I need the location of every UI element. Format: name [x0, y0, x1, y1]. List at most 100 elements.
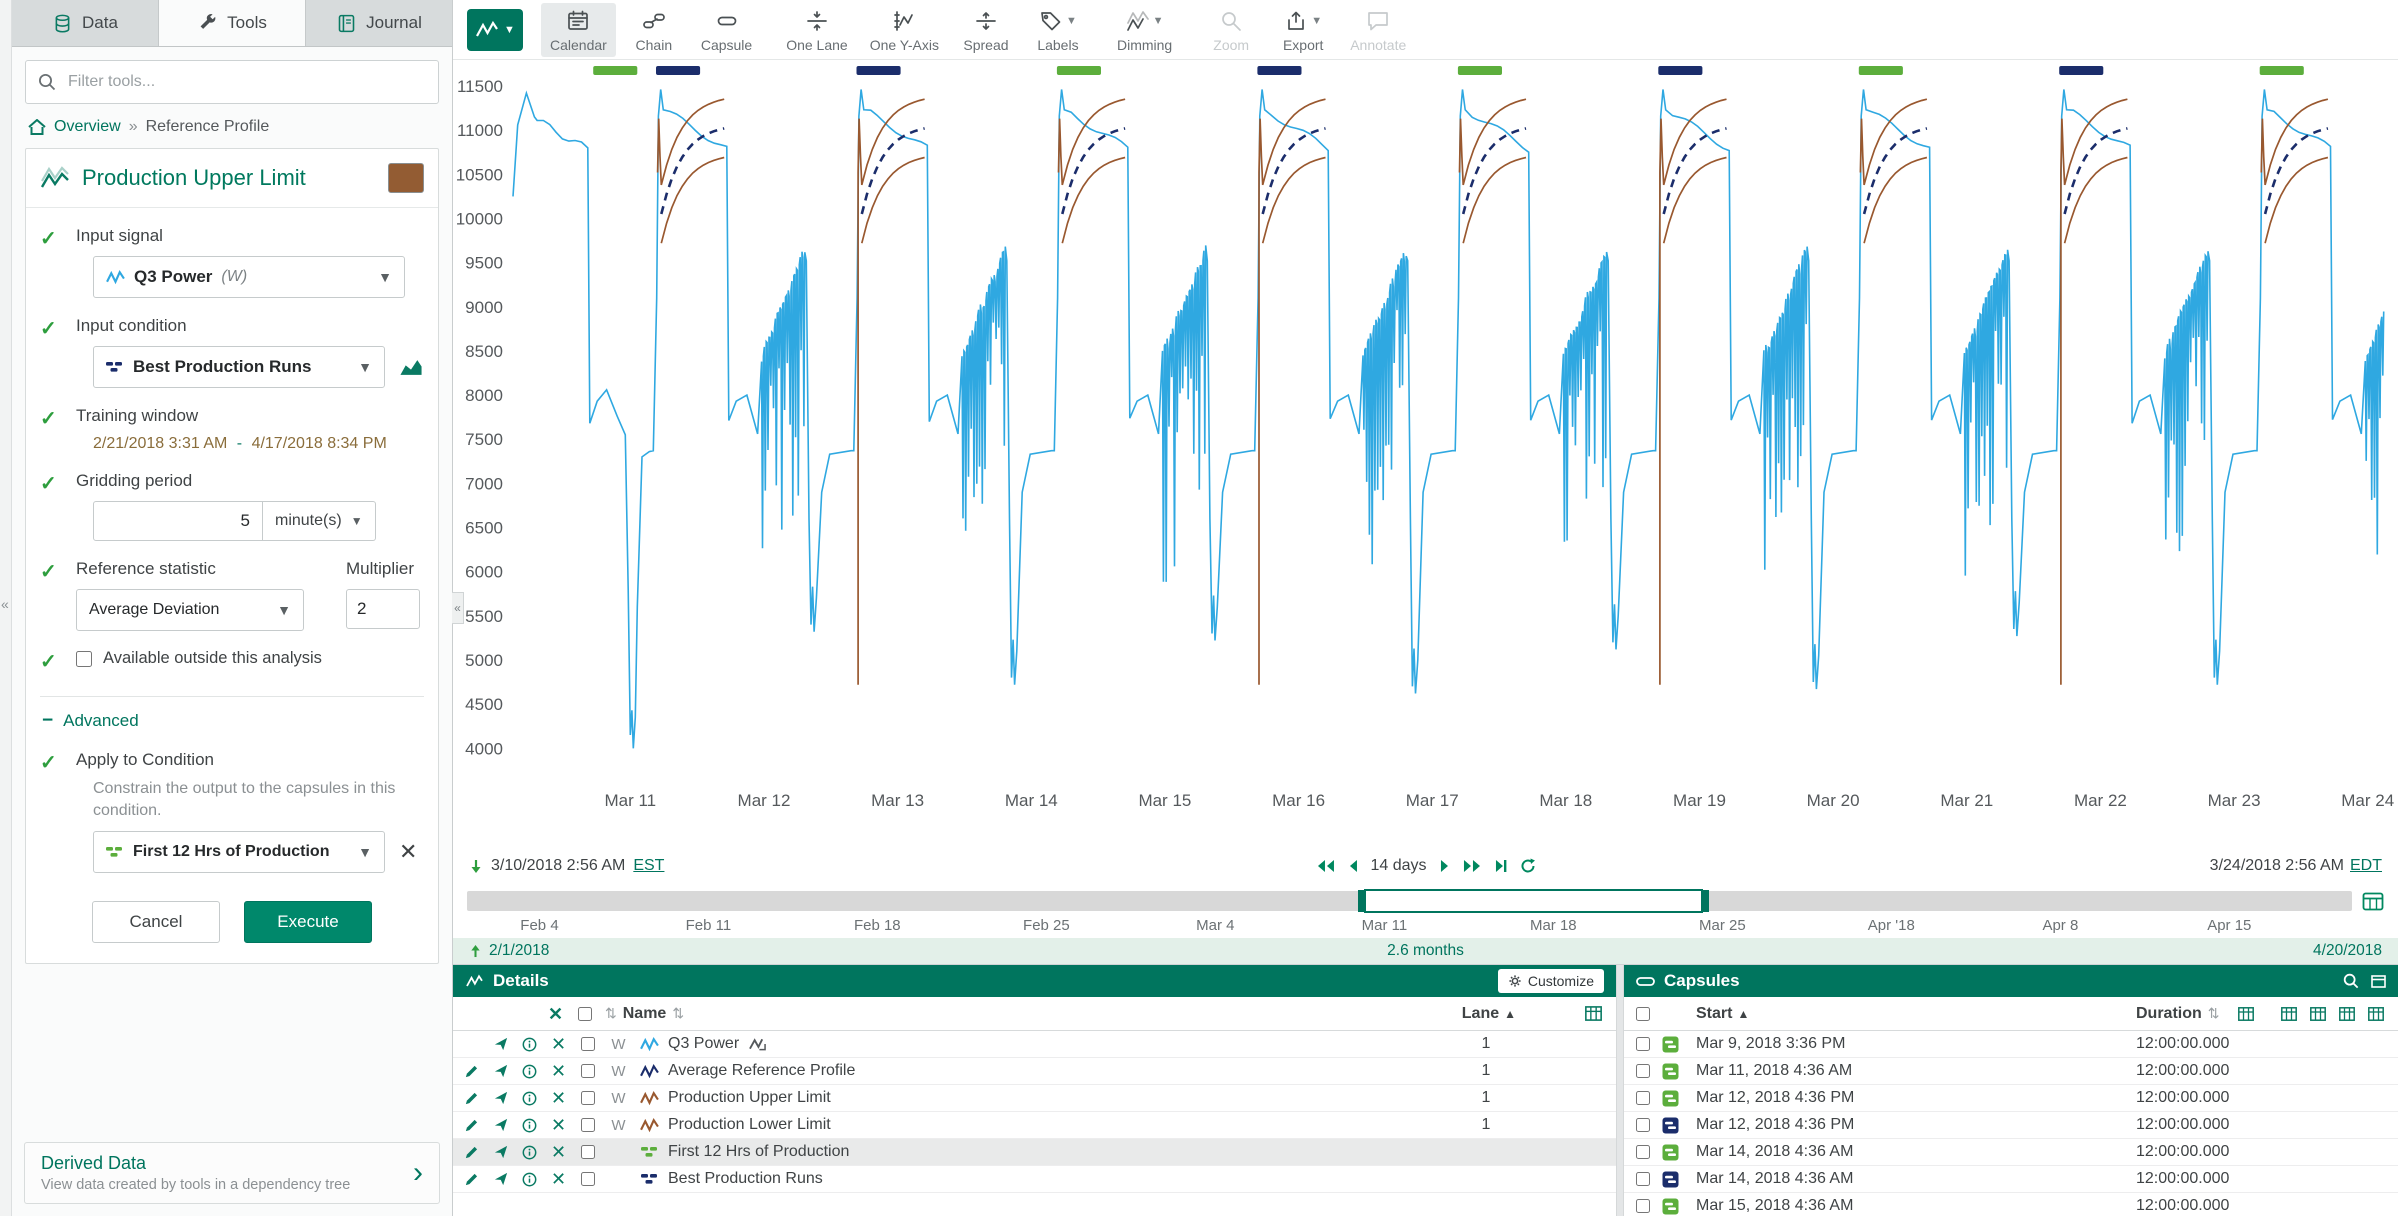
pin-icon[interactable]	[486, 1091, 515, 1105]
timeline-selection-window[interactable]	[1364, 889, 1702, 913]
capsule-row[interactable]: Mar 14, 2018 4:36 AM12:00:00.000	[1624, 1166, 2398, 1193]
training-window-dates[interactable]: 2/21/2018 3:31 AM - 4/17/2018 8:34 PM	[93, 435, 424, 453]
remove-icon[interactable]: ✕	[544, 1143, 573, 1161]
remove-icon[interactable]: ✕	[544, 1035, 573, 1053]
panel-splitter[interactable]	[1616, 965, 1624, 1216]
add-column-icon[interactable]	[1585, 1006, 1602, 1021]
remove-all-icon[interactable]: ✕	[541, 1005, 570, 1023]
pin-icon[interactable]	[486, 1118, 515, 1132]
capsule-table-icon-1[interactable]	[2281, 1007, 2297, 1021]
select-date-range-icon[interactable]	[2362, 891, 2384, 911]
info-icon[interactable]	[515, 1064, 544, 1079]
capsule-table-icon-4[interactable]	[2368, 1007, 2384, 1021]
capsule-checkbox[interactable]	[1636, 1037, 1650, 1051]
item-name[interactable]: Production Upper Limit	[664, 1089, 831, 1107]
display-mode-button[interactable]: ▼	[467, 9, 523, 51]
capsule-checkbox[interactable]	[1636, 1145, 1650, 1159]
apply-condition-dropdown[interactable]: First 12 Hrs of Production ▼	[93, 831, 385, 873]
remove-icon[interactable]: ✕	[544, 1089, 573, 1107]
capsule-checkbox[interactable]	[1636, 1172, 1650, 1186]
item-name[interactable]: Q3 Power	[664, 1035, 739, 1053]
investigate-start[interactable]: 2/1/2018	[489, 942, 549, 960]
sidebar-tab-data[interactable]: Data	[12, 0, 159, 46]
sidebar-collapse-handle[interactable]: «	[452, 592, 464, 624]
info-icon[interactable]	[515, 1172, 544, 1187]
input-condition-dropdown[interactable]: Best Production Runs ▼	[93, 346, 385, 388]
collapse-left-icon[interactable]: «	[1, 596, 9, 612]
edit-icon[interactable]	[457, 1118, 486, 1132]
gridding-period-input[interactable]	[93, 501, 263, 541]
derived-data-card[interactable]: Derived Data View data created by tools …	[24, 1142, 440, 1204]
toolbar-item-one-lane[interactable]: One Lane	[777, 3, 857, 57]
toolbar-item-capsule[interactable]: Capsule	[692, 3, 761, 57]
details-row[interactable]: ✕WAverage Reference Profile1	[453, 1058, 1616, 1085]
info-icon[interactable]	[515, 1091, 544, 1106]
capsule-row[interactable]: Mar 12, 2018 4:36 PM12:00:00.000	[1624, 1112, 2398, 1139]
sort-icon[interactable]: ⇅	[2202, 1005, 2226, 1021]
info-icon[interactable]	[515, 1037, 544, 1052]
refresh-icon[interactable]	[1520, 858, 1536, 874]
capsule-table-icon-3[interactable]	[2339, 1007, 2355, 1021]
capsule-table-icon-2[interactable]	[2310, 1007, 2326, 1021]
investigate-down-arrow-icon[interactable]	[469, 859, 483, 874]
chevron-right-icon[interactable]: ›	[413, 1156, 423, 1190]
capsule-checkbox[interactable]	[1636, 1091, 1650, 1105]
row-checkbox[interactable]	[581, 1172, 595, 1186]
step-back-full-button[interactable]	[1315, 859, 1335, 873]
remove-icon[interactable]: ✕	[544, 1116, 573, 1134]
item-name[interactable]: First 12 Hrs of Production	[664, 1143, 849, 1161]
step-back-button[interactable]	[1347, 859, 1358, 873]
capsule-checkbox[interactable]	[1636, 1064, 1650, 1078]
info-icon[interactable]	[515, 1145, 544, 1160]
customize-button[interactable]: Customize	[1498, 969, 1604, 993]
capsule-row[interactable]: Mar 9, 2018 3:36 PM12:00:00.000	[1624, 1031, 2398, 1058]
range-end-timezone-link[interactable]: EDT	[2350, 857, 2382, 875]
row-checkbox[interactable]	[581, 1118, 595, 1132]
reference-statistic-select[interactable]: Average Deviation ▼	[76, 589, 304, 631]
capsule-checkbox[interactable]	[1636, 1118, 1650, 1132]
cancel-button[interactable]: Cancel	[92, 901, 220, 943]
toolbar-item-export[interactable]: ▼Export	[1269, 3, 1337, 57]
sort-icon[interactable]: ⇅	[599, 1005, 623, 1022]
lane-column-header[interactable]: Lane	[1462, 1005, 1499, 1023]
details-row[interactable]: ✕WProduction Upper Limit1	[453, 1085, 1616, 1112]
toolbar-item-chain[interactable]: Chain	[620, 3, 688, 57]
multiplier-input[interactable]	[346, 589, 420, 629]
capsule-row[interactable]: Mar 12, 2018 4:36 PM12:00:00.000	[1624, 1085, 2398, 1112]
sidebar-tab-journal[interactable]: Journal	[306, 0, 452, 46]
row-checkbox[interactable]	[581, 1145, 595, 1159]
execute-button[interactable]: Execute	[244, 901, 372, 943]
info-icon[interactable]	[515, 1118, 544, 1133]
collapse-panel-icon[interactable]	[2371, 975, 2386, 988]
select-all-capsules-checkbox[interactable]	[1636, 1007, 1650, 1021]
capsule-row[interactable]: Mar 15, 2018 4:36 AM12:00:00.000	[1624, 1193, 2398, 1216]
training-end[interactable]: 4/17/2018 8:34 PM	[252, 435, 387, 452]
item-name[interactable]: Production Lower Limit	[664, 1116, 831, 1134]
investigate-end[interactable]: 4/20/2018	[2313, 942, 2382, 960]
training-start[interactable]: 2/21/2018 3:31 AM	[93, 435, 227, 452]
toolbar-item-labels[interactable]: ▼Labels	[1024, 3, 1092, 57]
toolbar-item-dimming[interactable]: ▼Dimming	[1108, 3, 1181, 57]
pin-icon[interactable]	[486, 1037, 515, 1051]
select-all-checkbox[interactable]	[578, 1007, 592, 1021]
row-checkbox[interactable]	[581, 1091, 595, 1105]
edit-icon[interactable]	[457, 1091, 486, 1105]
color-swatch-button[interactable]	[388, 163, 424, 193]
edit-icon[interactable]	[457, 1145, 486, 1159]
breadcrumb-overview-link[interactable]: Overview	[54, 118, 121, 136]
details-row[interactable]: ✕WProduction Lower Limit1	[453, 1112, 1616, 1139]
input-signal-dropdown[interactable]: Q3 Power (W) ▼	[93, 256, 405, 298]
clear-condition-button[interactable]: ✕	[399, 841, 417, 863]
capsule-row[interactable]: Mar 11, 2018 4:36 AM12:00:00.000	[1624, 1058, 2398, 1085]
toolbar-item-spread[interactable]: Spread	[952, 3, 1020, 57]
advanced-toggle[interactable]: − Advanced	[26, 697, 438, 732]
investigate-up-arrow-icon[interactable]	[469, 944, 482, 958]
pin-icon[interactable]	[486, 1064, 515, 1078]
timeline-track[interactable]	[467, 891, 2352, 911]
sidebar-tab-tools[interactable]: Tools	[159, 0, 306, 46]
home-icon[interactable]	[28, 119, 46, 135]
capsule-checkbox[interactable]	[1636, 1199, 1650, 1213]
available-outside-checkbox[interactable]	[76, 651, 92, 667]
step-forward-full-button[interactable]	[1462, 859, 1482, 873]
details-row[interactable]: ✕WQ3 Power1	[453, 1031, 1616, 1058]
